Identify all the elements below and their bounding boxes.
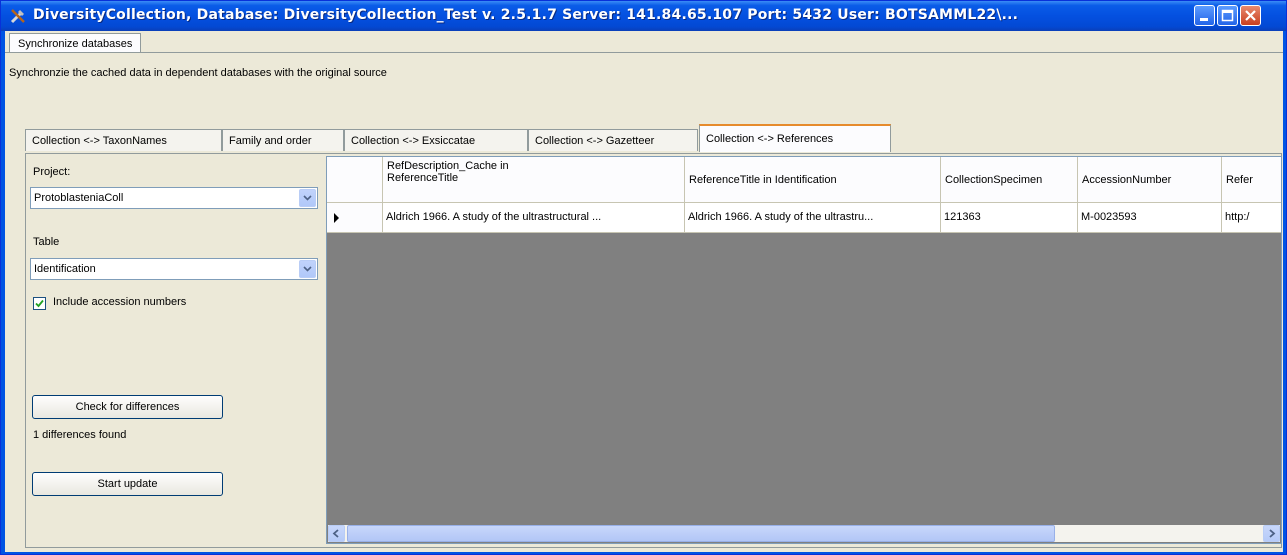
minimize-button[interactable] bbox=[1194, 5, 1215, 26]
scroll-thumb[interactable] bbox=[347, 525, 1055, 542]
row-header-corner bbox=[327, 157, 383, 203]
table-cell[interactable]: http:/ bbox=[1222, 203, 1281, 233]
checkmark-icon bbox=[35, 299, 44, 308]
chevron-left-icon bbox=[332, 529, 339, 538]
scroll-left-button[interactable] bbox=[328, 525, 345, 542]
horizontal-scrollbar[interactable] bbox=[328, 525, 1280, 542]
table-select[interactable]: Identification bbox=[30, 258, 318, 280]
scroll-right-button[interactable] bbox=[1263, 525, 1280, 542]
table-cell[interactable]: 121363 bbox=[941, 203, 1078, 233]
tab-collection-references[interactable]: Collection <-> References bbox=[699, 124, 891, 152]
app-window: DiversityCollection, Database: Diversity… bbox=[0, 0, 1287, 555]
close-button[interactable] bbox=[1240, 5, 1261, 26]
project-value: ProtoblasteniaColl bbox=[34, 192, 124, 204]
include-accession-checkbox[interactable] bbox=[33, 297, 46, 310]
maximize-icon bbox=[1221, 9, 1234, 22]
chevron-down-icon bbox=[303, 195, 312, 201]
table-cell[interactable]: Aldrich 1966. A study of the ultrastru..… bbox=[685, 203, 941, 233]
column-header-refer[interactable]: Refer bbox=[1222, 157, 1281, 203]
column-header-refer-text: Refer bbox=[1226, 173, 1253, 186]
current-row-arrow-icon bbox=[334, 213, 339, 223]
column-header-collectionspecimen-text: CollectionSpecimen bbox=[945, 173, 1043, 186]
include-accession-label[interactable]: Include accession numbers bbox=[53, 296, 186, 308]
table-value: Identification bbox=[34, 263, 96, 275]
table-dropdown-button[interactable] bbox=[299, 260, 316, 278]
column-header-referencetitle-text: ReferenceTitle in Identification bbox=[689, 173, 837, 186]
tab-synchronize-databases[interactable]: Synchronize databases bbox=[9, 33, 142, 53]
close-icon bbox=[1245, 10, 1256, 21]
column-header-accessionnumber-text: AccessionNumber bbox=[1082, 173, 1172, 186]
project-select[interactable]: ProtoblasteniaColl bbox=[30, 187, 318, 209]
start-update-button[interactable]: Start update bbox=[32, 472, 223, 496]
chevron-down-icon bbox=[303, 266, 312, 272]
tab-collection-exsiccatae[interactable]: Collection <-> Exsiccatae bbox=[344, 129, 528, 151]
title-bar[interactable]: DiversityCollection, Database: Diversity… bbox=[1, 1, 1286, 31]
column-header-referencetitle[interactable]: ReferenceTitle in Identification bbox=[685, 157, 941, 203]
status-text: 1 differences found bbox=[33, 429, 127, 441]
differences-grid[interactable]: RefDescription_Cache in ReferenceTitle R… bbox=[326, 156, 1282, 544]
page-description: Synchronzie the cached data in dependent… bbox=[9, 67, 387, 79]
tab-divider bbox=[5, 52, 1283, 53]
window-title: DiversityCollection, Database: Diversity… bbox=[33, 7, 1019, 23]
tools-icon[interactable] bbox=[9, 7, 27, 25]
chevron-right-icon bbox=[1269, 529, 1276, 538]
table-cell[interactable]: M-0023593 bbox=[1078, 203, 1222, 233]
tab-collection-taxonnames[interactable]: Collection <-> TaxonNames bbox=[25, 129, 222, 151]
maximize-button[interactable] bbox=[1217, 5, 1238, 26]
table-label: Table bbox=[33, 236, 60, 248]
row-indicator[interactable] bbox=[327, 203, 383, 233]
column-header-collectionspecimen[interactable]: CollectionSpecimen bbox=[941, 157, 1078, 203]
tab-family-and-order[interactable]: Family and order bbox=[222, 129, 344, 151]
column-header-refdescription[interactable]: RefDescription_Cache in ReferenceTitle bbox=[383, 157, 685, 203]
minimize-icon bbox=[1200, 18, 1208, 21]
table-cell[interactable]: Aldrich 1966. A study of the ultrastruct… bbox=[383, 203, 685, 233]
column-header-accessionnumber[interactable]: AccessionNumber bbox=[1078, 157, 1222, 203]
check-differences-button[interactable]: Check for differences bbox=[32, 395, 223, 419]
project-label: Project: bbox=[33, 166, 71, 178]
tab-collection-gazetteer[interactable]: Collection <-> Gazetteer bbox=[528, 129, 698, 151]
project-dropdown-button[interactable] bbox=[299, 189, 316, 207]
